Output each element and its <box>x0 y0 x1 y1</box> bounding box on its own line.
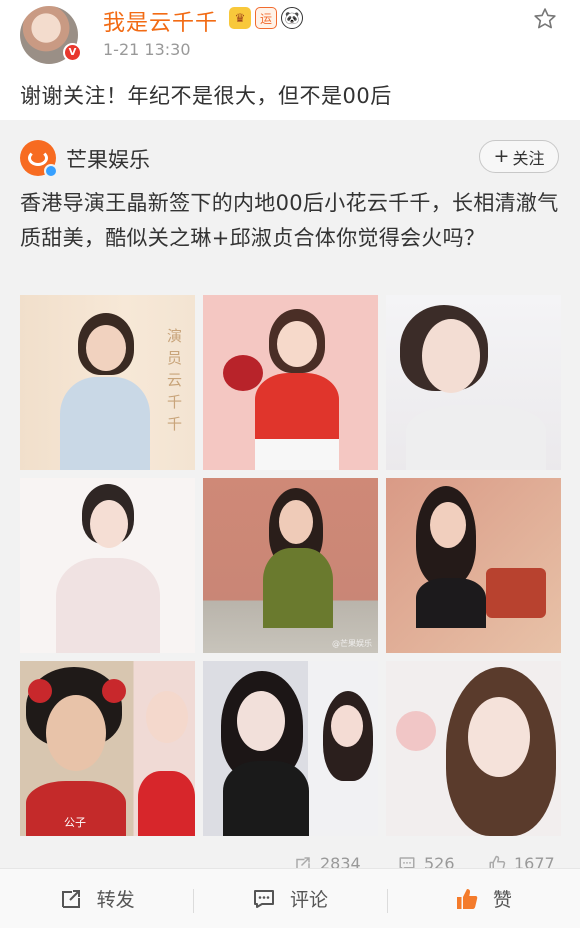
repost-text: 香港导演王晶新签下的内地00后小花云千千，长相清澈气质甜美，酷似关之琳+邱淑贞合… <box>20 191 559 250</box>
user-badges: ♛ 运 🐼 <box>229 7 303 29</box>
photo-thumbnail-1[interactable]: 演员 云千千 <box>20 295 195 470</box>
comment-bubble-icon <box>253 889 274 908</box>
repost-card[interactable]: 芒果娱乐 + 关注 香港导演王晶新签下的内地00后小花云千千，长相清澈气质甜美，… <box>0 120 580 873</box>
thumbs-up-filled-icon <box>456 888 478 909</box>
photo-thumbnail-9[interactable] <box>386 661 561 836</box>
follow-button[interactable]: + 关注 <box>479 140 559 173</box>
star-icon[interactable] <box>532 6 558 32</box>
panda-badge-icon[interactable]: 🐼 <box>281 7 303 29</box>
bottom-toolbar: 转发 评论 赞 <box>0 868 580 928</box>
plus-icon: + <box>493 145 510 167</box>
like-label: 赞 <box>492 889 512 911</box>
verified-v-icon: V <box>63 43 82 62</box>
photo-thumbnail-8[interactable] <box>203 661 378 836</box>
photo-thumbnail-2[interactable] <box>203 295 378 470</box>
comment-label: 评论 <box>289 889 328 911</box>
photo-thumbnail-3[interactable] <box>386 295 561 470</box>
user-avatar[interactable]: V <box>20 6 82 64</box>
photo-7-caption: 公子 <box>64 816 86 829</box>
like-button[interactable]: 赞 <box>386 869 580 928</box>
photo-5-watermark: @芒果娱乐 <box>332 639 372 648</box>
photo-thumbnail-5[interactable]: @芒果娱乐 <box>203 478 378 653</box>
repost-button[interactable]: 转发 <box>0 869 193 928</box>
post-time: 1-21 13:30 <box>103 40 191 59</box>
repost-label: 转发 <box>96 889 135 911</box>
photo-thumbnail-4[interactable] <box>20 478 195 653</box>
username[interactable]: 我是云千千 <box>103 5 218 37</box>
photo-1-caption: 演员 云千千 <box>167 327 183 433</box>
crown-badge-icon[interactable]: ♛ <box>229 7 251 29</box>
photo-thumbnail-6[interactable] <box>386 478 561 653</box>
mango-logo-icon <box>28 150 48 166</box>
source-name[interactable]: 芒果娱乐 <box>66 144 150 174</box>
post-text: 谢谢关注！年纪不是很大，但不是00后 <box>20 84 392 108</box>
photo-grid: 演员 云千千 @芒果娱乐 公子 <box>20 295 561 836</box>
blue-verified-icon <box>44 164 58 178</box>
photo-thumbnail-7[interactable]: 公子 <box>20 661 195 836</box>
share-icon <box>61 889 80 908</box>
follow-label: 关注 <box>512 148 545 168</box>
post-header: V 我是云千千 ♛ 运 🐼 1-21 13:30 <box>0 0 580 70</box>
yun-badge-icon[interactable]: 运 <box>255 7 277 29</box>
comment-button[interactable]: 评论 <box>193 869 386 928</box>
